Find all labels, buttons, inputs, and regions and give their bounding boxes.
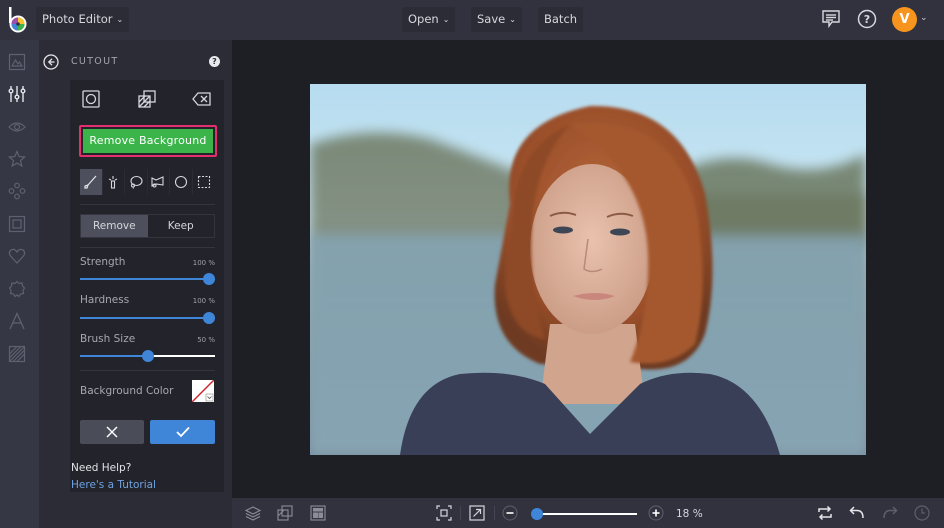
- cutout-panel: CUTOUT ? Remove Background Remove Keep S…: [39, 40, 232, 528]
- apply-button[interactable]: [150, 420, 215, 444]
- tutorial-link[interactable]: Here's a Tutorial: [71, 479, 156, 491]
- frame-icon[interactable]: [8, 215, 28, 235]
- undo-icon[interactable]: [849, 505, 865, 521]
- hardness-slider-thumb[interactable]: [203, 312, 215, 324]
- batch-button[interactable]: Batch: [538, 7, 584, 32]
- ellipse-select-icon: [174, 175, 187, 189]
- heart-icon[interactable]: [8, 247, 28, 267]
- svg-text:?: ?: [864, 13, 870, 26]
- hardness-slider[interactable]: [80, 312, 215, 324]
- cutout-mode-toggle: Remove Keep: [80, 214, 215, 238]
- divider: [80, 204, 215, 205]
- magnetic-lasso-tool[interactable]: [148, 169, 170, 195]
- user-avatar[interactable]: V: [892, 7, 917, 32]
- chevron-down-icon[interactable]: ⌄: [920, 13, 928, 23]
- save-menu[interactable]: Save ⌄: [471, 7, 522, 32]
- hardness-label: Hardness: [80, 294, 130, 306]
- mode-keep-button[interactable]: Keep: [148, 215, 215, 237]
- help-icon[interactable]: ?: [857, 9, 879, 31]
- texture-icon[interactable]: [8, 345, 28, 365]
- brush-tool[interactable]: [80, 169, 103, 195]
- graphics-icon[interactable]: [8, 182, 28, 202]
- rect-select-tool[interactable]: [193, 169, 216, 195]
- divider: [494, 506, 495, 520]
- strength-slider-thumb[interactable]: [203, 273, 215, 285]
- rect-select-icon: [197, 175, 210, 189]
- brush-size-label: Brush Size: [80, 333, 136, 345]
- zoom-slider-thumb[interactable]: [531, 508, 544, 520]
- erase-icon[interactable]: [191, 88, 213, 110]
- chat-icon[interactable]: [821, 9, 843, 31]
- layers-cutout-icon[interactable]: [136, 88, 158, 110]
- eye-icon[interactable]: [8, 118, 28, 138]
- cancel-button[interactable]: [80, 420, 144, 444]
- circle-cutout-icon[interactable]: [80, 88, 102, 110]
- bottom-bar: 18 %: [232, 498, 944, 528]
- background-color-swatch[interactable]: [192, 380, 214, 402]
- check-icon: [175, 426, 190, 438]
- open-label: Open: [408, 12, 439, 26]
- mode-remove-button[interactable]: Remove: [81, 215, 148, 237]
- photo-editor-label: Photo Editor: [42, 12, 113, 26]
- text-icon[interactable]: [8, 311, 28, 332]
- image-icon[interactable]: [8, 53, 28, 73]
- batch-label: Batch: [544, 12, 578, 26]
- brush-icon: [84, 175, 97, 189]
- layers-icon[interactable]: [244, 505, 262, 521]
- help-icon[interactable]: ?: [209, 56, 220, 67]
- smart-brush-icon: [109, 176, 118, 189]
- chevron-down-icon: ⌄: [116, 15, 124, 24]
- fit-screen-icon[interactable]: [436, 505, 452, 521]
- hardness-value: 100 %: [192, 297, 215, 305]
- photo-editor-menu[interactable]: Photo Editor ⌄: [36, 7, 130, 32]
- star-icon[interactable]: [7, 149, 28, 170]
- divider: [80, 247, 215, 248]
- layout-icon[interactable]: [310, 505, 326, 521]
- redo-icon[interactable]: [882, 505, 898, 521]
- photo-canvas[interactable]: [310, 84, 866, 455]
- history-icon[interactable]: [914, 505, 930, 521]
- need-help-text: Need Help?: [71, 462, 132, 474]
- cutout-card: Remove Background Remove Keep Strength 1…: [70, 80, 224, 492]
- swap-icon[interactable]: [817, 505, 833, 521]
- divider: [80, 370, 215, 371]
- strength-slider[interactable]: [80, 273, 215, 285]
- hardness-slider-fill: [80, 317, 215, 319]
- brush-size-value: 50 %: [197, 336, 215, 344]
- strength-slider-fill: [80, 278, 215, 280]
- top-bar: Photo Editor ⌄ Open ⌄ Save ⌄ Batch ? V ⌄: [0, 0, 944, 40]
- back-arrow-icon[interactable]: [43, 54, 59, 70]
- adjust-sliders-icon[interactable]: [8, 85, 28, 105]
- badge-icon[interactable]: [8, 280, 28, 300]
- lasso-tool[interactable]: [125, 169, 148, 195]
- lasso-icon: [130, 175, 143, 189]
- magnetic-lasso-icon: [151, 176, 164, 188]
- strength-value: 100 %: [192, 259, 215, 267]
- brush-size-slider-thumb[interactable]: [141, 350, 154, 362]
- chevron-down-icon: ⌄: [509, 15, 516, 24]
- remove-background-highlight: Remove Background: [79, 125, 217, 157]
- befunky-logo[interactable]: [7, 5, 29, 35]
- zoom-slider[interactable]: [531, 508, 637, 520]
- strength-label: Strength: [80, 256, 126, 268]
- save-label: Save: [477, 12, 506, 26]
- panel-title: CUTOUT: [71, 56, 119, 67]
- compare-icon[interactable]: [277, 505, 293, 521]
- smart-brush-tool[interactable]: [103, 169, 125, 195]
- close-icon: [106, 426, 118, 438]
- zoom-percent: 18 %: [676, 508, 703, 520]
- background-color-label: Background Color: [80, 385, 174, 397]
- brush-tool-row: [80, 169, 215, 195]
- ellipse-select-tool[interactable]: [170, 169, 193, 195]
- remove-background-button[interactable]: Remove Background: [83, 129, 213, 153]
- tool-rail: [0, 40, 39, 528]
- divider: [460, 506, 461, 520]
- brush-size-slider[interactable]: [80, 350, 215, 362]
- chevron-down-icon: ⌄: [442, 15, 450, 24]
- zoom-in-button[interactable]: [648, 505, 664, 521]
- brush-size-slider-fill: [80, 355, 148, 357]
- open-menu[interactable]: Open ⌄: [402, 7, 456, 32]
- zoom-out-button[interactable]: [502, 505, 518, 521]
- actual-size-icon[interactable]: [469, 505, 485, 521]
